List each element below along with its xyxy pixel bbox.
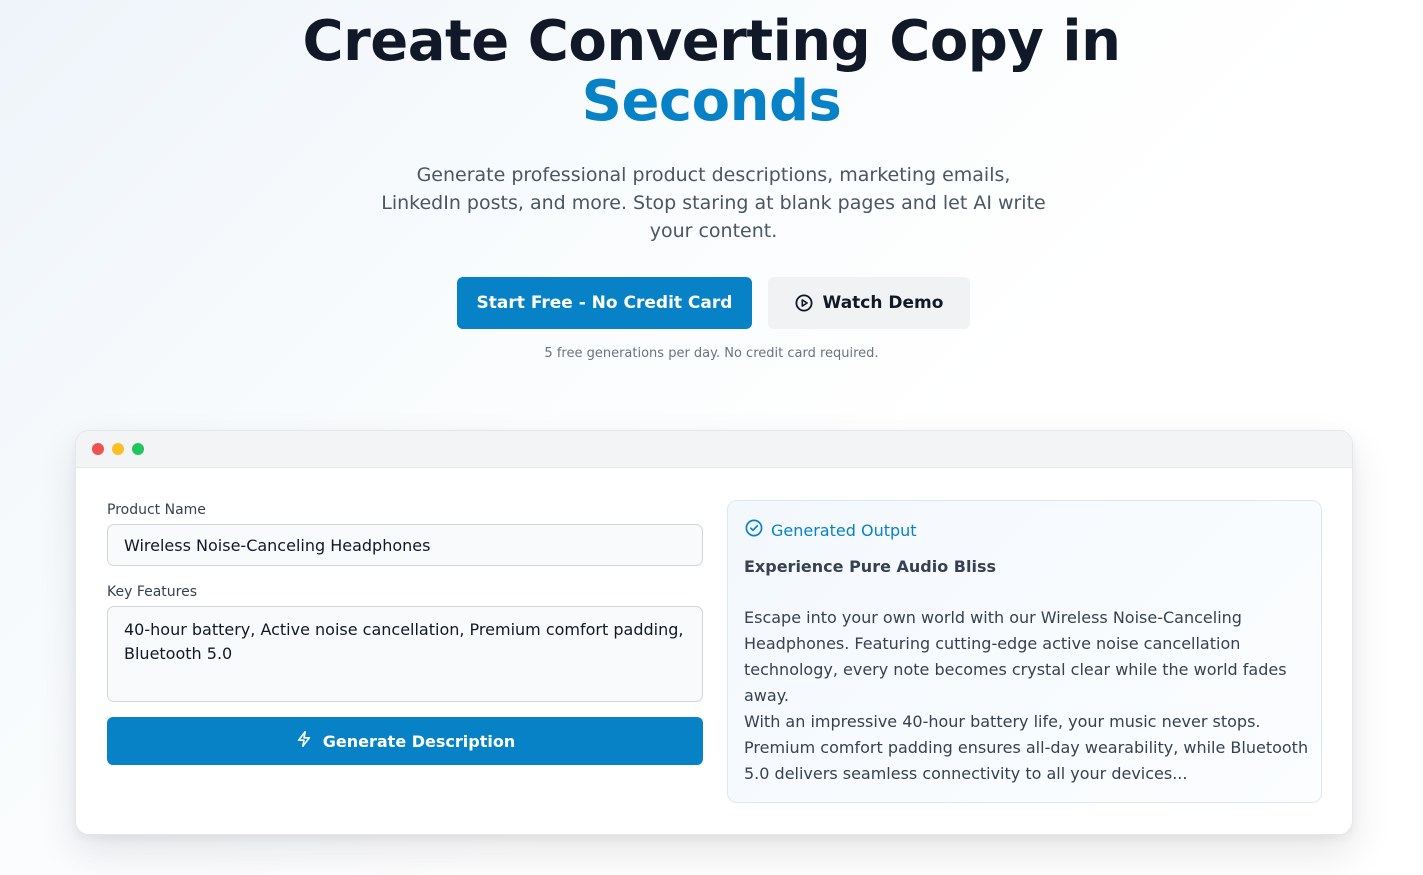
start-free-button[interactable]: Start Free - No Credit Card xyxy=(457,277,752,329)
generate-description-label: Generate Description xyxy=(322,731,516,751)
output-header-label: Generated Output xyxy=(771,520,917,540)
cta-row: Start Free - No Credit Card Watch Demo xyxy=(0,277,1423,329)
free-tier-note: 5 free generations per day. No credit ca… xyxy=(544,346,879,361)
output-paragraph-1: Escape into your own world with our Wire… xyxy=(744,608,1287,705)
lightning-icon xyxy=(295,730,313,752)
output-header: Generated Output xyxy=(745,519,917,541)
hero-subtitle: Generate professional product descriptio… xyxy=(381,164,1046,242)
generated-output-panel: Generated Output Experience Pure Audio B… xyxy=(727,500,1322,803)
watch-demo-button[interactable]: Watch Demo xyxy=(768,277,970,329)
product-name-label: Product Name xyxy=(107,502,206,518)
product-name-input[interactable]: Wireless Noise-Canceling Headphones xyxy=(107,524,703,566)
headline-accent: Seconds xyxy=(581,69,842,134)
play-circle-icon xyxy=(795,294,813,312)
key-features-textarea[interactable]: 40-hour battery, Active noise cancellati… xyxy=(107,606,703,702)
window-minimize-dot xyxy=(112,443,124,455)
generate-description-button[interactable]: Generate Description xyxy=(107,717,703,765)
output-title: Experience Pure Audio Bliss xyxy=(744,557,996,576)
output-paragraph-2: With an impressive 40-hour battery life,… xyxy=(744,712,1309,783)
watch-demo-label: Watch Demo xyxy=(822,293,944,313)
demo-window: Product Name Wireless Noise-Canceling He… xyxy=(75,430,1353,835)
window-titlebar xyxy=(76,431,1352,468)
window-maximize-dot xyxy=(132,443,144,455)
key-features-label: Key Features xyxy=(107,584,198,600)
check-circle-icon xyxy=(745,519,763,541)
window-close-dot xyxy=(92,443,104,455)
headline-main: Create Converting Copy in xyxy=(302,9,1121,74)
hero-headline: Create Converting Copy in Seconds xyxy=(0,12,1423,132)
